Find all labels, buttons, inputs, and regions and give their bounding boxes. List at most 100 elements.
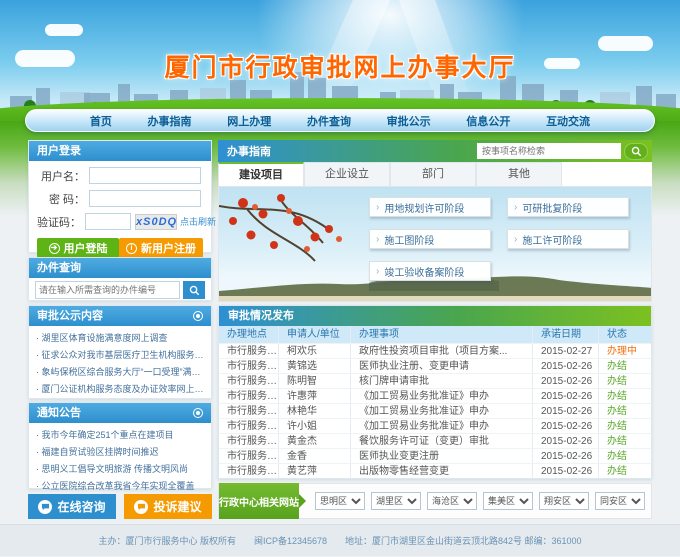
captcha-input[interactable] xyxy=(85,213,131,230)
chevron-right-icon: › xyxy=(514,234,517,245)
table-row[interactable]: 市行服务中心 柯欢乐 政府性投资项目审批（项目方案... 2015-02-27 … xyxy=(219,343,651,358)
district-select[interactable]: 集美区 xyxy=(483,492,533,510)
username-label: 用户名： xyxy=(37,168,85,184)
login-panel-header: 用户登录 xyxy=(29,141,211,161)
publicity-title: 审批公示内容 xyxy=(37,306,103,326)
login-title: 用户登录 xyxy=(37,141,81,161)
nav-item[interactable]: 互动交流 xyxy=(546,113,590,129)
username-input[interactable] xyxy=(89,167,201,184)
table-row[interactable]: 市行服务中心 金香 医师执业变更注册 2015-02-26 办结 xyxy=(219,448,651,463)
case-query-panel: 办件查询 xyxy=(28,257,212,301)
related-sites-label: 行政中心相关网站 xyxy=(219,483,299,519)
chat-bubble-icon xyxy=(134,500,148,514)
publicity-link[interactable]: 象屿保税区综合服务大厅“一口受理”满意度调查 xyxy=(36,364,204,381)
register-user-icon: i xyxy=(126,243,137,254)
target-icon[interactable] xyxy=(193,408,203,418)
stage-button[interactable]: › 施工图阶段 xyxy=(369,229,491,249)
guide-tab[interactable]: 部门 xyxy=(390,162,476,186)
chat-bubble-icon xyxy=(38,500,52,514)
guide-tabs: 建设项目企业设立部门其他 xyxy=(218,162,652,186)
status-badge: 办结 xyxy=(599,434,651,448)
footer: 主办：厦门市行服务中心 版权所有 闽ICP备12345678 地址：厦门市湖里区… xyxy=(0,524,680,556)
nav-item[interactable]: 信息公开 xyxy=(466,113,510,129)
guide-tab[interactable]: 建设项目 xyxy=(218,162,304,186)
nav-item[interactable]: 办事指南 xyxy=(148,113,192,129)
publicity-panel: 审批公示内容 湖里区体育设施满意度网上调查征求公众对我市基层医疗卫生机构服务的意… xyxy=(28,305,212,399)
notice-link[interactable]: 思明义工倡导文明旅游 传播文明风尚 xyxy=(36,461,204,478)
publicity-link[interactable]: 湖里区体育设施满意度网上调查 xyxy=(36,330,204,347)
case-query-header: 办件查询 xyxy=(29,258,211,278)
nav-item[interactable]: 审批公示 xyxy=(387,113,431,129)
target-icon[interactable] xyxy=(193,311,203,321)
table-row[interactable]: 市行服务中心 林艳华 《加工贸易业务批准证》申办 2015-02-26 办结 xyxy=(219,403,651,418)
col-matter: 办理事项 xyxy=(351,326,533,343)
cloud xyxy=(45,24,83,36)
online-consult-button[interactable]: 在线咨询 xyxy=(28,494,116,519)
notice-link[interactable]: 我市今年确定251个重点在建项目 xyxy=(36,427,204,444)
status-badge: 办结 xyxy=(599,374,651,388)
notices-header: 通知公告 xyxy=(29,403,211,423)
col-place: 办理地点 xyxy=(219,326,279,343)
stage-button[interactable]: › 用地规划许可阶段 xyxy=(369,197,491,217)
password-input[interactable] xyxy=(89,190,201,207)
notice-link[interactable]: 公立医院综合改革我省今年实现全覆盖 xyxy=(36,478,204,495)
status-badge: 办理中 xyxy=(599,344,651,358)
login-button[interactable]: ➔ 用户登陆 xyxy=(37,238,119,258)
chevron-right-icon: › xyxy=(376,234,379,245)
district-select[interactable]: 翔安区 xyxy=(539,492,589,510)
table-row[interactable]: 市行服务中心 黄金杰 餐饮服务许可证（变更）审批 2015-02-26 办结 xyxy=(219,433,651,448)
status-badge: 办结 xyxy=(599,449,651,463)
publicity-header: 审批公示内容 xyxy=(29,306,211,326)
table-row[interactable]: 市行服务中心 黄艺萍 出版物零售经营变更 2015-02-26 办结 xyxy=(219,463,651,478)
login-panel: 用户登录 用户名： 密 码： 验证码： xS0DQ 点击刷新 ➔ 用户登陆 i … xyxy=(28,140,212,253)
district-select[interactable]: 海沧区 xyxy=(427,492,477,510)
district-select[interactable]: 同安区 xyxy=(595,492,645,510)
table-row[interactable]: 市行服务中心 许惠萍 《加工贸易业务批准证》申办 2015-02-26 办结 xyxy=(219,388,651,403)
page-title: 厦门市行政审批网上办事大厅 xyxy=(0,48,680,84)
guide-tab[interactable]: 其他 xyxy=(476,162,562,186)
table-row[interactable]: 市行服务中心 许小姐 《加工贸易业务批准证》申办 2015-02-26 办结 xyxy=(219,418,651,433)
contact-buttons: 在线咨询 投诉建议 xyxy=(28,494,212,519)
status-badge: 办结 xyxy=(599,419,651,433)
district-select[interactable]: 思明区 xyxy=(315,492,365,510)
nav-item[interactable]: 办件查询 xyxy=(307,113,351,129)
search-icon xyxy=(631,146,642,157)
guide-search-button[interactable] xyxy=(624,143,648,160)
stage-button[interactable]: › 施工许可阶段 xyxy=(507,229,629,249)
captcha-refresh-link[interactable]: 点击刷新 xyxy=(180,215,216,228)
notice-link[interactable]: 福建自贸试验区挂牌时间推迟 xyxy=(36,444,204,461)
search-icon xyxy=(189,285,200,296)
guide-tab[interactable]: 企业设立 xyxy=(304,162,390,186)
publicity-link[interactable]: 厦门公证机构服务态度及办证效率网上调查 xyxy=(36,381,204,398)
password-label: 密 码： xyxy=(37,191,85,207)
col-date: 承诺日期 xyxy=(533,326,599,343)
district-select[interactable]: 湖里区 xyxy=(371,492,421,510)
district-selects: 思明区 湖里区 海沧区 集美区 翔安区 同安区 xyxy=(315,492,645,510)
chevron-right-icon: › xyxy=(514,202,517,213)
case-search-button[interactable] xyxy=(183,281,205,299)
footer-text: 主办：厦门市行服务中心 版权所有 闽ICP备12345678 地址：厦门市湖里区… xyxy=(98,536,581,546)
case-number-input[interactable] xyxy=(35,281,180,299)
nav-item[interactable]: 首页 xyxy=(90,113,112,129)
captcha-image[interactable]: xS0DQ xyxy=(135,214,177,230)
table-row[interactable]: 市行服务中心 黄锦选 医师执业注册、变更申请 2015-02-26 办结 xyxy=(219,358,651,373)
approval-table-title: 审批情况发布 xyxy=(219,306,651,326)
photo-banner: › 用地规划许可阶段 › 可研批复阶段 › 施工图阶段 › 施工许可阶段 › 竣… xyxy=(218,186,652,302)
status-badge: 办结 xyxy=(599,389,651,403)
stage-button[interactable]: › 竣工验收备案阶段 xyxy=(369,261,491,281)
approval-status-section: 审批情况发布 办理地点 申请人/单位 办理事项 承诺日期 状态 市行服务中心 柯… xyxy=(218,305,652,479)
guide-search-input[interactable] xyxy=(477,143,621,159)
register-button[interactable]: i 新用户注册 xyxy=(119,238,203,258)
col-applicant: 申请人/单位 xyxy=(279,326,351,343)
publicity-link[interactable]: 征求公众对我市基层医疗卫生机构服务的意见 xyxy=(36,347,204,364)
stage-buttons: › 用地规划许可阶段 › 可研批复阶段 › 施工图阶段 › 施工许可阶段 › 竣… xyxy=(369,197,631,281)
complaint-button[interactable]: 投诉建议 xyxy=(124,494,212,519)
chevron-right-icon: › xyxy=(376,202,379,213)
blossom-branch xyxy=(219,194,342,261)
notices-panel: 通知公告 我市今年确定251个重点在建项目福建自贸试验区挂牌时间推迟思明义工倡导… xyxy=(28,402,212,489)
nav-item[interactable]: 网上办理 xyxy=(227,113,271,129)
login-arrow-icon: ➔ xyxy=(49,243,60,254)
table-row[interactable]: 市行服务中心 陈明智 核门牌申请审批 2015-02-26 办结 xyxy=(219,373,651,388)
status-badge: 办结 xyxy=(599,464,651,478)
stage-button[interactable]: › 可研批复阶段 xyxy=(507,197,629,217)
